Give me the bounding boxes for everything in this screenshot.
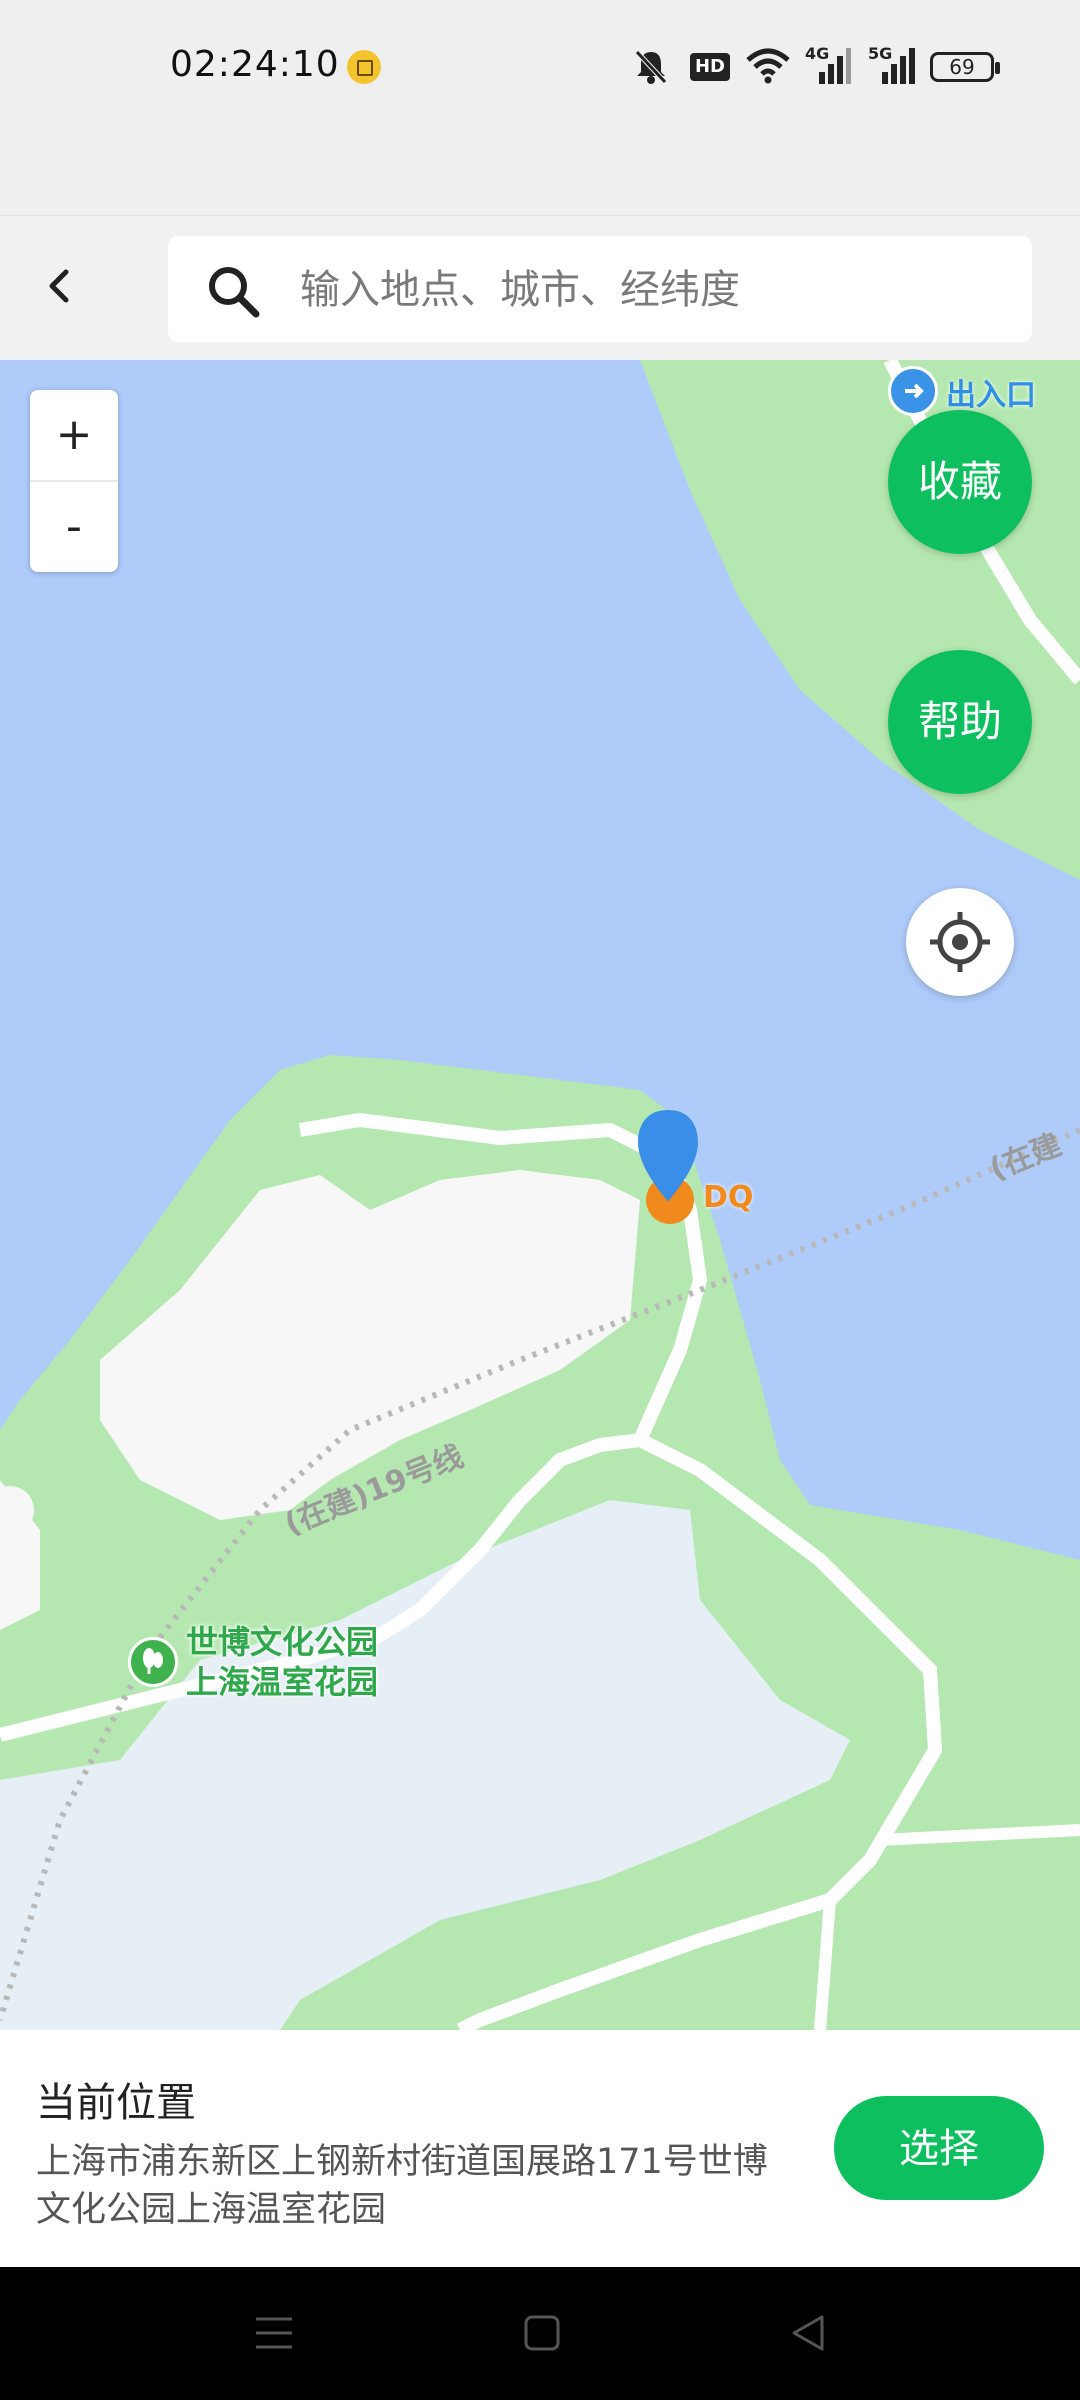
park-poi-icon[interactable] [128,1637,178,1687]
locate-button[interactable] [906,888,1014,996]
mute-icon [635,50,667,84]
poi-name-line1: 世博文化公园 [186,1623,379,1661]
home-icon[interactable] [520,2311,564,2355]
search-icon [209,267,260,318]
marker-label: DQ [703,1180,754,1215]
hd-icon: HD [690,53,730,81]
favorite-button[interactable]: 收藏 [888,410,1032,554]
locate-icon [930,912,990,972]
exit-entrance-icon[interactable] [888,366,938,416]
back-arrow-icon[interactable] [40,266,80,306]
zoom-out-button[interactable]: - [30,482,118,572]
panel-title: 当前位置 [36,2080,196,2126]
wifi-icon [746,48,790,84]
select-button[interactable]: 选择 [834,2096,1044,2200]
menu-icon[interactable] [252,2311,296,2355]
back-triangle-icon[interactable] [786,2311,830,2355]
4g-label: 4G [805,44,830,63]
map-view[interactable]: (在建)19号线 (在建 出入口 DQ 世博文化公园 上海温室花园 + - 收藏… [0,360,1080,2030]
status-time: 02:24:10 [170,44,340,85]
5g-signal-icon: 5G [868,44,916,84]
map-canvas[interactable]: (在建)19号线 (在建 [0,360,1080,2030]
current-location-panel: 当前位置 上海市浦东新区上钢新村街道国展路171号世博文化公园上海温室花园 选择 [0,2030,1080,2267]
4g-signal-icon: 4G [805,44,851,84]
battery-level: 69 [949,55,975,79]
5g-label: 5G [868,44,893,63]
notification-app-icon [347,50,381,84]
help-button[interactable]: 帮助 [888,650,1032,794]
poi-label[interactable]: 世博文化公园 上海温室花园 [186,1622,378,1702]
metro-line-label-partial: (在建 [985,1127,1066,1187]
system-nav-bar [0,2267,1080,2400]
current-address: 上海市浦东新区上钢新村街道国展路171号世博文化公园上海温室花园 [36,2142,768,2230]
search-header [0,215,1080,361]
zoom-control: + - [30,390,118,572]
search-box[interactable] [168,236,1032,342]
status-bar: 02:24:10 HD 4G 5G 69 [0,0,1080,215]
battery-icon: 69 [930,52,1000,82]
zoom-in-button[interactable]: + [30,390,118,480]
poi-name-line2: 上海温室花园 [186,1663,379,1701]
exit-entrance-label[interactable]: 出入口 [946,370,1036,414]
search-input[interactable] [298,256,1002,324]
